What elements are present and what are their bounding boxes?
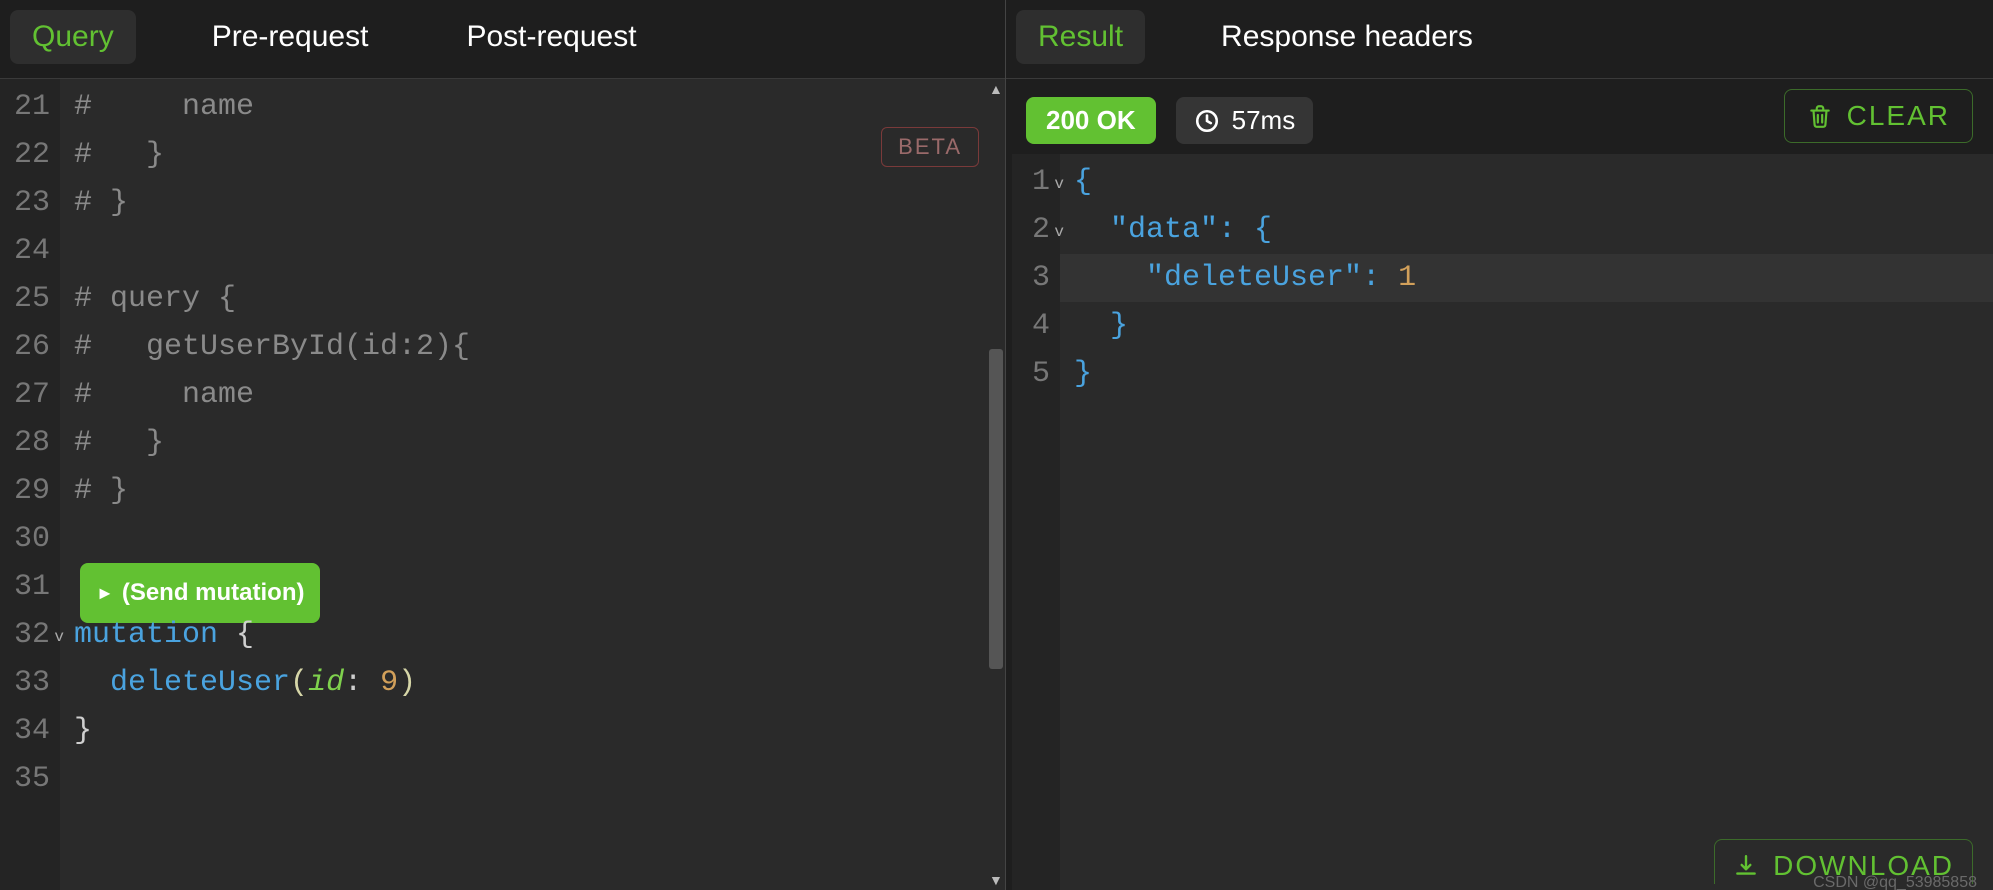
query-code[interactable]: # name# }# } # query {# getUserById(id:2… xyxy=(60,79,1005,890)
tab-result[interactable]: Result xyxy=(1016,10,1145,64)
time-badge: 57ms xyxy=(1176,97,1314,144)
query-gutter: 212223242526272829303132v333435 xyxy=(0,79,60,890)
tab-pre-request[interactable]: Pre-request xyxy=(190,10,391,64)
status-row: 200 OK 57ms CLEAR xyxy=(1006,79,1993,154)
download-icon xyxy=(1733,853,1759,879)
clock-icon xyxy=(1194,108,1220,134)
response-pane: Result Response headers 200 OK 57ms CLEAR… xyxy=(1006,0,1993,890)
clear-label: CLEAR xyxy=(1847,100,1950,132)
scroll-down-icon[interactable]: ▼ xyxy=(989,872,1003,888)
query-scrollbar[interactable]: ▲ ▼ xyxy=(987,79,1005,890)
app-root: Query Pre-request Post-request BETA 212223… xyxy=(0,0,1993,890)
query-editor[interactable]: 212223242526272829303132v333435 # name# … xyxy=(0,79,1005,890)
result-editor-wrap: 1v2v345 { "data": { "deleteUser": 1 }} xyxy=(1006,154,1993,890)
query-editor-wrap: BETA 212223242526272829303132v333435 # n… xyxy=(0,79,1005,890)
request-tabs: Query Pre-request Post-request xyxy=(0,0,1005,79)
response-tabs: Result Response headers xyxy=(1006,0,1993,79)
trash-icon xyxy=(1807,103,1833,129)
play-icon: ► xyxy=(96,569,114,617)
scroll-up-icon[interactable]: ▲ xyxy=(989,81,1003,97)
tab-response-headers[interactable]: Response headers xyxy=(1199,10,1495,64)
watermark: CSDN @qq_53985858 xyxy=(1813,874,1977,890)
send-mutation-label: (Send mutation) xyxy=(122,569,305,617)
scroll-thumb[interactable] xyxy=(989,349,1003,669)
result-code[interactable]: { "data": { "deleteUser": 1 }} xyxy=(1060,154,1993,890)
status-badge: 200 OK xyxy=(1026,97,1156,144)
tab-query[interactable]: Query xyxy=(10,10,136,64)
result-editor[interactable]: 1v2v345 { "data": { "deleteUser": 1 }} xyxy=(1012,154,1993,890)
tab-post-request[interactable]: Post-request xyxy=(444,10,658,64)
time-value: 57ms xyxy=(1232,105,1296,136)
request-pane: Query Pre-request Post-request BETA 212223… xyxy=(0,0,1006,890)
result-gutter: 1v2v345 xyxy=(1012,154,1060,890)
clear-button[interactable]: CLEAR xyxy=(1784,89,1973,143)
